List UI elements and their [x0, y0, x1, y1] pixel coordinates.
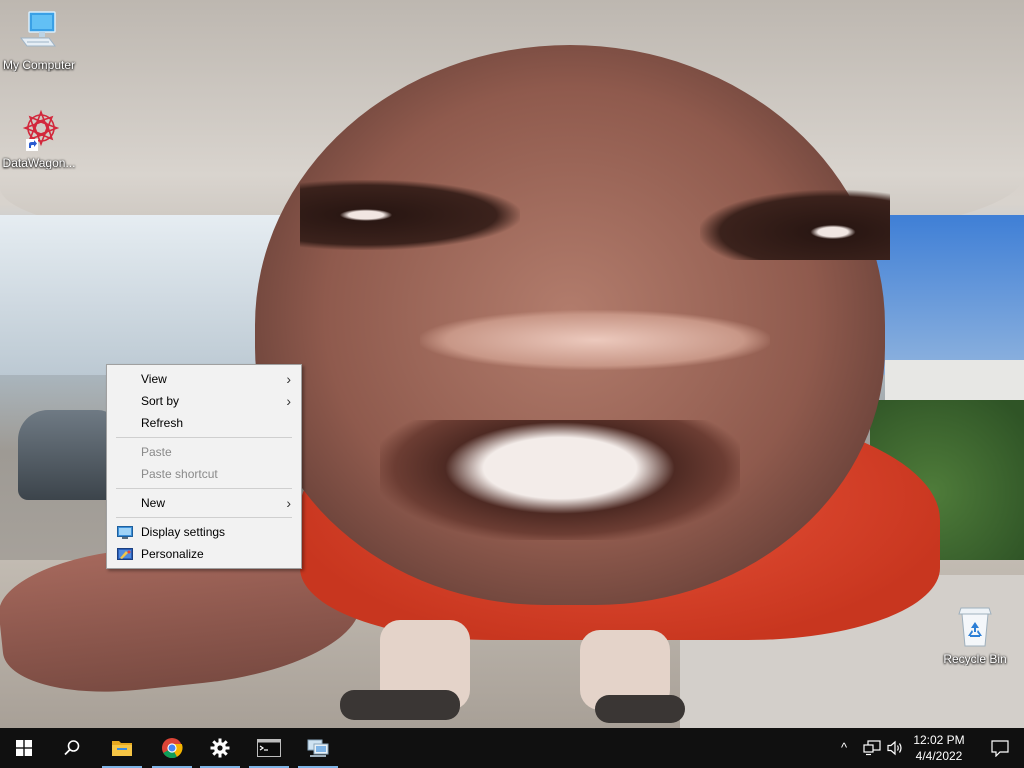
computer-icon [15, 8, 63, 56]
menu-item-new[interactable]: New › [107, 492, 301, 514]
settings-button[interactable] [196, 728, 244, 768]
personalize-icon [117, 547, 133, 561]
menu-separator [116, 488, 292, 489]
search-icon [64, 740, 80, 756]
menu-item-view[interactable]: View › [107, 368, 301, 390]
notification-icon [991, 740, 1009, 757]
menu-item-personalize[interactable]: Personalize [107, 543, 301, 565]
folder-icon [112, 741, 132, 756]
menu-item-refresh[interactable]: Refresh [107, 412, 301, 434]
menu-item-label: Personalize [141, 547, 204, 561]
clock-time: 12:02 PM [913, 733, 965, 747]
action-center-button[interactable] [976, 728, 1024, 768]
chrome-icon [162, 738, 183, 759]
menu-item-label: New [141, 496, 166, 510]
network-tray-button[interactable] [860, 728, 882, 768]
menu-separator [116, 517, 292, 518]
menu-item-paste[interactable]: Paste [107, 441, 301, 463]
start-button[interactable] [0, 728, 48, 768]
recycle-bin-icon [951, 602, 999, 650]
desktop[interactable]: My Computer DataWagon... Recycle Bin Vie… [0, 0, 1024, 728]
volume-tray-button[interactable] [884, 728, 906, 768]
menu-item-label: Refresh [141, 416, 184, 430]
menu-item-label: View [141, 372, 167, 386]
menu-item-label: Paste [141, 445, 172, 459]
datawagon-icon [15, 106, 63, 154]
chevron-right-icon: › [286, 393, 291, 409]
network-app-button[interactable] [294, 728, 342, 768]
clock-date: 4/4/2022 [915, 749, 963, 763]
menu-separator [116, 437, 292, 438]
chevron-right-icon: › [286, 371, 291, 387]
desktop-icon-datawagon[interactable]: DataWagon... [0, 106, 78, 170]
search-button[interactable] [48, 728, 96, 768]
taskbar: ^ 12:02 PM 4/4/2022 [0, 728, 1024, 768]
file-explorer-button[interactable] [98, 728, 146, 768]
desktop-icon-label: My Computer [2, 58, 76, 72]
menu-item-label: Display settings [141, 525, 226, 539]
network-computer-icon [307, 739, 329, 757]
display-settings-icon [117, 525, 133, 539]
chevron-right-icon: › [286, 495, 291, 511]
command-prompt-button[interactable] [245, 728, 293, 768]
chevron-up-icon: ^ [841, 740, 848, 755]
chrome-button[interactable] [148, 728, 196, 768]
desktop-icon-label: Recycle Bin [943, 652, 1007, 666]
network-icon [863, 740, 881, 756]
menu-item-sort-by[interactable]: Sort by › [107, 390, 301, 412]
desktop-icon-recycle-bin[interactable]: Recycle Bin [936, 602, 1014, 666]
windows-logo-icon [16, 740, 32, 756]
desktop-icon-my-computer[interactable]: My Computer [0, 8, 78, 72]
gear-icon [210, 738, 230, 758]
menu-item-label: Sort by [141, 394, 180, 408]
show-hidden-icons-button[interactable]: ^ [836, 728, 856, 768]
desktop-context-menu: View › Sort by › Refresh Paste Paste sho… [106, 364, 302, 569]
clock[interactable]: 12:02 PM 4/4/2022 [908, 728, 970, 768]
speaker-icon [887, 740, 902, 756]
menu-item-display-settings[interactable]: Display settings [107, 521, 301, 543]
menu-item-label: Paste shortcut [141, 467, 218, 481]
cmd-icon [257, 739, 281, 757]
desktop-icon-label: DataWagon... [2, 156, 76, 170]
menu-item-paste-shortcut[interactable]: Paste shortcut [107, 463, 301, 485]
